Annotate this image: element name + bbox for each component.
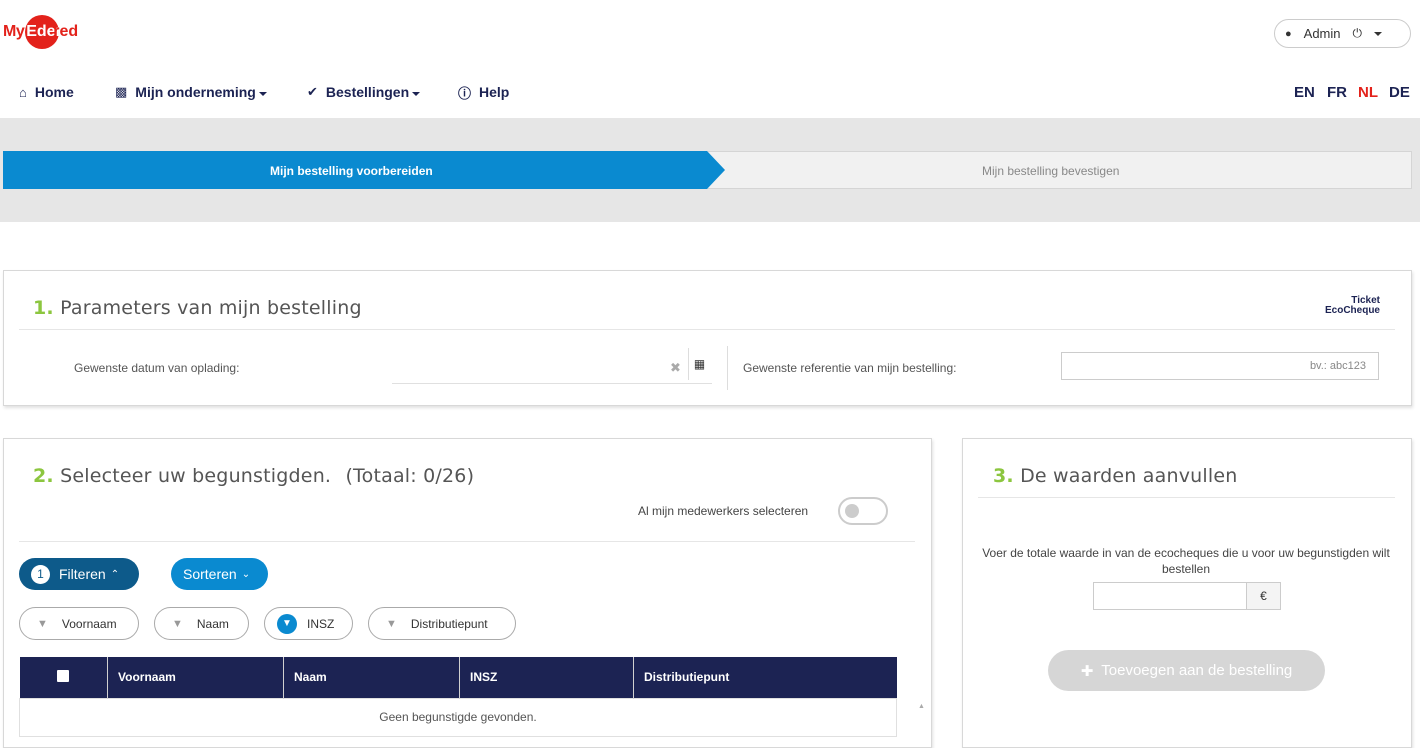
select-all-label: Al mijn medewerkers selecteren	[638, 504, 809, 518]
col-name[interactable]: Naam	[283, 657, 460, 698]
filter-active-icon: ▼	[277, 613, 297, 634]
clear-icon[interactable]: ✖	[670, 360, 681, 376]
divider	[978, 497, 1395, 498]
field-separator	[727, 346, 728, 390]
filter-chip-insz[interactable]: ▼ INSZ	[264, 607, 353, 640]
user-menu-button[interactable]: ● Admin ⏻	[1274, 19, 1411, 48]
filter-icon: ▼	[172, 617, 183, 630]
section-2-title-text: Selecteer uw begunstigden.	[60, 465, 332, 487]
home-icon: ⌂	[19, 84, 27, 100]
nav-home[interactable]: ⌂ Home	[19, 80, 74, 104]
chip-label: Distributiepunt	[410, 616, 488, 631]
empty-row: Geen begunstigde gevonden.	[19, 697, 897, 737]
reference-input[interactable]	[1061, 352, 1379, 380]
add-to-order-label: Toevoegen aan de bestelling	[1101, 662, 1293, 679]
filter-chip-name[interactable]: ▼ Naam	[154, 607, 249, 640]
main-nav: ⌂ Home ▩ Mijn onderneming ✔ Bestellingen…	[0, 80, 1420, 104]
toggle-knob	[845, 504, 859, 518]
nav-company-label: Mijn onderneming	[135, 84, 256, 100]
power-icon[interactable]: ⏻	[1353, 26, 1363, 41]
col-firstname[interactable]: Voornaam	[107, 657, 284, 698]
selection-total: (Totaal: 0/26)	[345, 465, 475, 487]
order-parameters-panel	[3, 270, 1412, 406]
lang-en[interactable]: EN	[1294, 80, 1315, 104]
chevron-up-icon: ⌃	[110, 568, 120, 580]
user-name: Admin	[1303, 26, 1341, 41]
select-all-checkbox-cell[interactable]	[19, 657, 108, 698]
chip-label: Naam	[196, 616, 229, 631]
divider	[19, 541, 915, 542]
filter-button-label: Filteren	[59, 566, 106, 582]
check-circle-icon: ✔	[307, 84, 318, 99]
nav-help-label: Help	[479, 84, 510, 100]
lang-de[interactable]: DE	[1389, 80, 1410, 104]
section-1-title: 1. Parameters van mijn bestelling	[33, 297, 362, 319]
nav-company[interactable]: ▩ Mijn onderneming	[115, 80, 267, 104]
beneficiaries-table: Voornaam Naam INSZ Distributiepunt Geen …	[19, 657, 897, 737]
select-all-toggle[interactable]	[838, 497, 888, 525]
building-icon: ▩	[115, 84, 128, 99]
currency-addon: €	[1246, 582, 1281, 610]
filter-count-badge: 1	[31, 564, 50, 584]
amount-instruction: Voer de totale waarde in van de ecochequ…	[982, 546, 1390, 576]
user-icon: ●	[1285, 27, 1292, 40]
add-to-order-button[interactable]: ✚ Toevoegen aan de bestelling	[1048, 650, 1325, 691]
lang-fr[interactable]: FR	[1327, 80, 1347, 104]
nav-orders[interactable]: ✔ Bestellingen	[307, 80, 421, 104]
sort-button-label: Sorteren	[183, 566, 237, 582]
sort-button[interactable]: Sorteren ⌄	[171, 558, 268, 590]
myedenred-logo[interactable]: My Eden red	[3, 12, 78, 52]
filter-icon: ▼	[37, 617, 48, 630]
chevron-down-icon: ⌄	[241, 568, 251, 580]
logo-my: My	[3, 23, 25, 40]
col-distribution[interactable]: Distributiepunt	[633, 657, 897, 698]
section-1-title-text: Parameters van mijn bestelling	[60, 297, 362, 319]
table-header-row: Voornaam Naam INSZ Distributiepunt	[19, 657, 897, 698]
section-1-number: 1.	[33, 297, 54, 319]
empty-message: Geen begunstigde gevonden.	[19, 697, 897, 737]
ticket-ecocheque-logo: Ticket EcoCheque	[1324, 295, 1380, 316]
filter-button[interactable]: 1 Filteren ⌃	[19, 558, 139, 590]
step-2-label: Mijn bestelling bevestigen	[982, 164, 1120, 178]
nav-home-label: Home	[34, 84, 74, 100]
filter-icon: ▼	[386, 617, 397, 630]
chevron-down-icon	[258, 92, 267, 96]
chip-label: INSZ	[307, 616, 335, 631]
lang-nl[interactable]: NL	[1358, 80, 1378, 104]
filter-chip-firstname[interactable]: ▼ Voornaam	[19, 607, 139, 640]
select-all-checkbox[interactable]	[57, 669, 70, 682]
section-3-title: 3. De waarden aanvullen	[993, 465, 1238, 487]
step-1-label: Mijn bestelling voorbereiden	[270, 164, 433, 178]
chip-label: Voornaam	[61, 616, 117, 631]
logo-rest: red	[53, 23, 79, 40]
filter-chip-distribution[interactable]: ▼ Distributiepunt	[368, 607, 516, 640]
section-2-title: 2. Selecteer uw begunstigden. (Totaal: 0…	[33, 465, 474, 487]
col-insz[interactable]: INSZ	[459, 657, 634, 698]
chevron-down-icon	[412, 92, 421, 96]
section-2-number: 2.	[33, 465, 54, 487]
calendar-icon[interactable]: ▦	[688, 348, 710, 380]
nav-orders-label: Bestellingen	[325, 84, 410, 100]
section-3-title-text: De waarden aanvullen	[1020, 465, 1238, 487]
date-field[interactable]	[392, 352, 712, 384]
add-user-icon: ✚	[1080, 662, 1094, 680]
date-label: Gewenste datum van oplading:	[74, 361, 240, 375]
divider	[19, 329, 1395, 330]
section-3-number: 3.	[993, 465, 1014, 487]
info-icon: ⓘ	[458, 85, 472, 101]
nav-help[interactable]: ⓘ Help	[458, 80, 509, 104]
scroll-up-arrow[interactable]: ▲	[918, 703, 925, 710]
reference-label: Gewenste referentie van mijn bestelling:	[743, 361, 957, 375]
amount-input[interactable]	[1093, 582, 1247, 610]
chevron-down-icon	[1374, 31, 1383, 36]
